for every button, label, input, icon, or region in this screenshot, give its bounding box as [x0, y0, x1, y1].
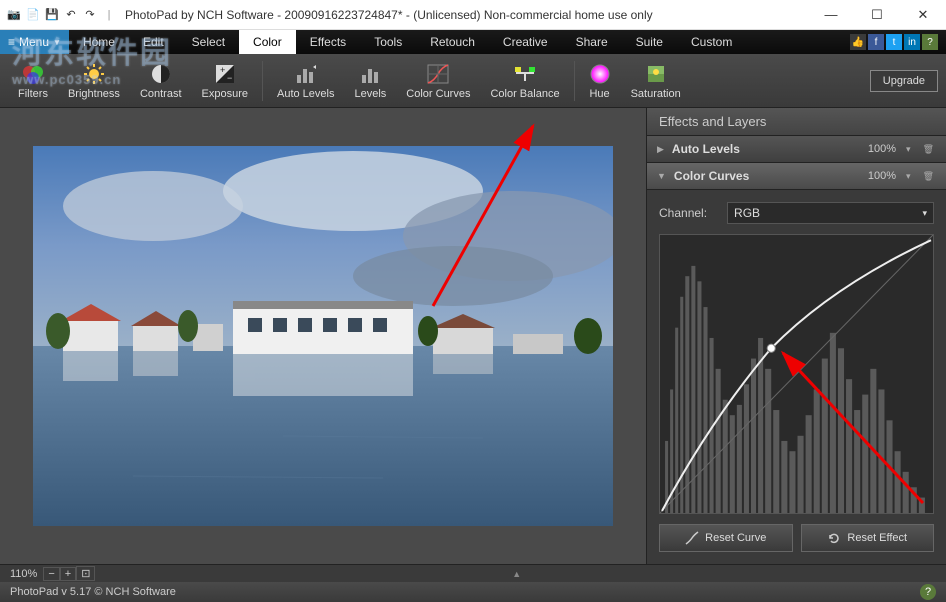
auto-levels-icon — [293, 62, 319, 86]
filters-icon — [19, 62, 47, 86]
close-button[interactable]: ✕ — [900, 0, 946, 29]
color-balance-icon — [512, 62, 538, 86]
zoom-in-button[interactable]: + — [60, 567, 76, 581]
twitter-icon[interactable]: t — [886, 34, 902, 50]
hue-icon — [589, 62, 611, 86]
channel-label: Channel: — [659, 206, 707, 220]
reset-effect-button[interactable]: Reset Effect — [801, 524, 935, 552]
window-titlebar: 📷 📄 💾 ↶ ↷ | PhotoPad by NCH Software - 2… — [0, 0, 946, 30]
curve-icon — [685, 531, 699, 545]
saturation-tool[interactable]: Saturation — [621, 54, 691, 107]
menu-suite[interactable]: Suite — [622, 30, 677, 54]
menu-select[interactable]: Select — [178, 30, 239, 54]
menu-retouch[interactable]: Retouch — [416, 30, 489, 54]
menu-edit[interactable]: Edit — [129, 30, 178, 54]
exposure-tool[interactable]: +− Exposure — [192, 54, 258, 107]
levels-tool[interactable]: Levels — [344, 54, 396, 107]
menu-effects[interactable]: Effects — [296, 30, 360, 54]
menu-home[interactable]: Home — [69, 30, 129, 54]
exposure-icon: +− — [214, 62, 236, 86]
auto-levels-tool[interactable]: Auto Levels — [267, 54, 344, 107]
menu-color[interactable]: Color — [239, 30, 296, 54]
window-title: PhotoPad by NCH Software - 2009091622372… — [125, 8, 808, 22]
help-icon[interactable]: ? — [922, 34, 938, 50]
chevron-right-icon: ▶ — [657, 144, 664, 155]
chevron-down-icon[interactable]: ▾ — [904, 144, 913, 155]
layer-color-curves[interactable]: ▼ Color Curves 100% ▾ 🗑 — [647, 163, 946, 190]
reset-curve-button[interactable]: Reset Curve — [659, 524, 793, 552]
color-curves-tool[interactable]: Color Curves — [396, 54, 480, 107]
save-icon[interactable]: 💾 — [44, 7, 60, 23]
svg-text:+: + — [220, 65, 225, 75]
linkedin-icon[interactable]: in — [904, 34, 920, 50]
main-menu-button[interactable]: ≡ Menu ▼ — [0, 30, 69, 54]
filters-tool[interactable]: Filters — [8, 54, 58, 107]
levels-icon — [358, 62, 382, 86]
hamburger-icon: ≡ — [8, 35, 15, 49]
reset-icon — [827, 531, 841, 545]
hue-tool[interactable]: Hue — [579, 54, 621, 107]
zoom-value: 110% — [8, 568, 39, 580]
chevron-down-icon: ▾ — [922, 208, 927, 219]
doc-icon: 📄 — [25, 7, 41, 23]
redo-icon[interactable]: ↷ — [82, 7, 98, 23]
status-bar: PhotoPad v 5.17 © NCH Software ? — [0, 582, 946, 602]
chevron-down-icon[interactable]: ▾ — [904, 171, 913, 182]
menu-bar: ≡ Menu ▼ HomeEditSelectColorEffectsTools… — [0, 30, 946, 54]
saturation-icon — [645, 62, 667, 86]
contrast-icon — [150, 62, 172, 86]
zoom-fit-button[interactable]: ⊡ — [76, 566, 95, 581]
panel-title: Effects and Layers — [647, 108, 946, 136]
status-text: PhotoPad v 5.17 © NCH Software — [10, 586, 176, 598]
brightness-icon — [82, 62, 106, 86]
trash-icon[interactable]: 🗑 — [921, 144, 936, 155]
upgrade-button[interactable]: Upgrade — [870, 70, 938, 92]
effects-panel: Effects and Layers ▶ Auto Levels 100% ▾ … — [646, 108, 946, 564]
menu-creative[interactable]: Creative — [489, 30, 562, 54]
zoom-out-button[interactable]: − — [43, 567, 59, 581]
help-button[interactable]: ? — [920, 584, 936, 600]
zoom-bar: 110% − + ⊡ ▲ — [0, 564, 946, 582]
sep-pipe: | — [101, 7, 117, 23]
facebook-icon[interactable]: f — [868, 34, 884, 50]
canvas-area[interactable] — [0, 108, 646, 564]
image-canvas[interactable] — [33, 146, 613, 526]
layer-auto-levels[interactable]: ▶ Auto Levels 100% ▾ 🗑 — [647, 136, 946, 163]
titlebar-quick-icons: 📷 📄 💾 ↶ ↷ | — [6, 7, 117, 23]
brightness-tool[interactable]: Brightness — [58, 54, 130, 107]
chevron-down-icon: ▼ — [53, 38, 61, 47]
maximize-button[interactable]: ☐ — [854, 0, 900, 29]
collapse-arrow-icon[interactable]: ▲ — [95, 569, 938, 579]
thumbs-up-icon[interactable]: 👍 — [850, 34, 866, 50]
ribbon-toolbar: Filters Brightness Contrast +− Exposure … — [0, 54, 946, 108]
menu-share[interactable]: Share — [562, 30, 622, 54]
menu-tools[interactable]: Tools — [360, 30, 416, 54]
svg-text:−: − — [227, 73, 232, 83]
social-icons: 👍 f t in ? — [850, 34, 946, 50]
contrast-tool[interactable]: Contrast — [130, 54, 192, 107]
color-balance-tool[interactable]: Color Balance — [480, 54, 569, 107]
curves-editor: Channel: RGB ▾ — [647, 190, 946, 564]
chevron-down-icon: ▼ — [657, 171, 666, 181]
undo-icon[interactable]: ↶ — [63, 7, 79, 23]
minimize-button[interactable]: — — [808, 0, 854, 29]
workspace: Effects and Layers ▶ Auto Levels 100% ▾ … — [0, 108, 946, 564]
color-curves-icon — [426, 62, 450, 86]
photo-content — [33, 146, 613, 526]
menu-custom[interactable]: Custom — [677, 30, 746, 54]
curve-histogram[interactable] — [659, 234, 934, 514]
trash-icon[interactable]: 🗑 — [921, 171, 936, 182]
channel-select[interactable]: RGB ▾ — [727, 202, 934, 224]
app-icon: 📷 — [6, 7, 22, 23]
